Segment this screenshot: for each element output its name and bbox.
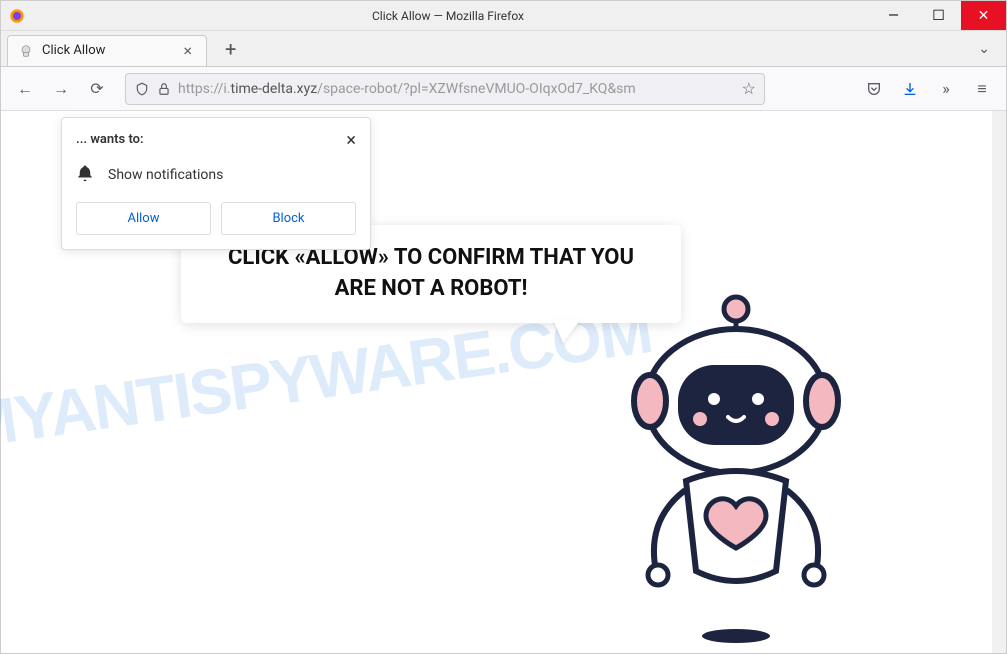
bell-icon — [76, 164, 94, 186]
robot-image — [606, 291, 866, 651]
bubble-tail — [553, 319, 581, 343]
block-button[interactable]: Block — [221, 202, 356, 235]
shield-icon[interactable] — [134, 81, 150, 97]
notification-permission-popup: ... wants to: × Show notifications Allow… — [61, 117, 371, 250]
tab-active[interactable]: Click Allow × — [7, 35, 207, 67]
firefox-icon — [9, 8, 25, 24]
minimize-button[interactable]: — — [871, 1, 916, 30]
tabs-dropdown-button[interactable]: ⌄ — [968, 41, 1000, 57]
downloads-icon[interactable] — [894, 73, 926, 105]
forward-button[interactable]: → — [45, 73, 77, 105]
url-text: https://i.time-delta.xyz/space-robot/?pl… — [178, 81, 736, 97]
pocket-icon[interactable] — [858, 73, 890, 105]
notification-close-button[interactable]: × — [346, 132, 356, 150]
allow-button[interactable]: Allow — [76, 202, 211, 235]
page-content: MYANTISPYWARE.COM ... wants to: × Show n… — [1, 111, 1006, 653]
close-window-button[interactable]: ✕ — [961, 1, 1006, 30]
tab-close-button[interactable]: × — [179, 41, 196, 60]
window-controls: — ☐ ✕ — [871, 1, 1006, 30]
window-titlebar: Click Allow — Mozilla Firefox — ☐ ✕ — [1, 1, 1006, 31]
url-bar[interactable]: https://i.time-delta.xyz/space-robot/?pl… — [125, 73, 765, 105]
window-title: Click Allow — Mozilla Firefox — [25, 9, 871, 23]
overflow-icon[interactable]: » — [930, 73, 962, 105]
lock-icon[interactable] — [156, 81, 172, 97]
reload-button[interactable]: ⟳ — [81, 73, 113, 105]
bubble-message: CLICK «ALLOW» TO CONFIRM THAT YOU ARE NO… — [205, 243, 657, 305]
maximize-button[interactable]: ☐ — [916, 1, 961, 30]
navigation-toolbar: ← → ⟳ https://i.time-delta.xyz/space-rob… — [1, 67, 1006, 111]
notification-permission-text: Show notifications — [108, 167, 223, 183]
tab-favicon — [18, 43, 34, 59]
back-button[interactable]: ← — [9, 73, 41, 105]
bookmark-star-icon[interactable]: ☆ — [742, 79, 756, 98]
tab-title: Click Allow — [42, 43, 179, 58]
notification-origin: ... wants to: — [76, 132, 144, 147]
scrollbar-track[interactable] — [992, 111, 1006, 653]
tab-bar: Click Allow × + ⌄ — [1, 31, 1006, 67]
menu-icon[interactable]: ≡ — [966, 73, 998, 105]
new-tab-button[interactable]: + — [215, 33, 246, 65]
